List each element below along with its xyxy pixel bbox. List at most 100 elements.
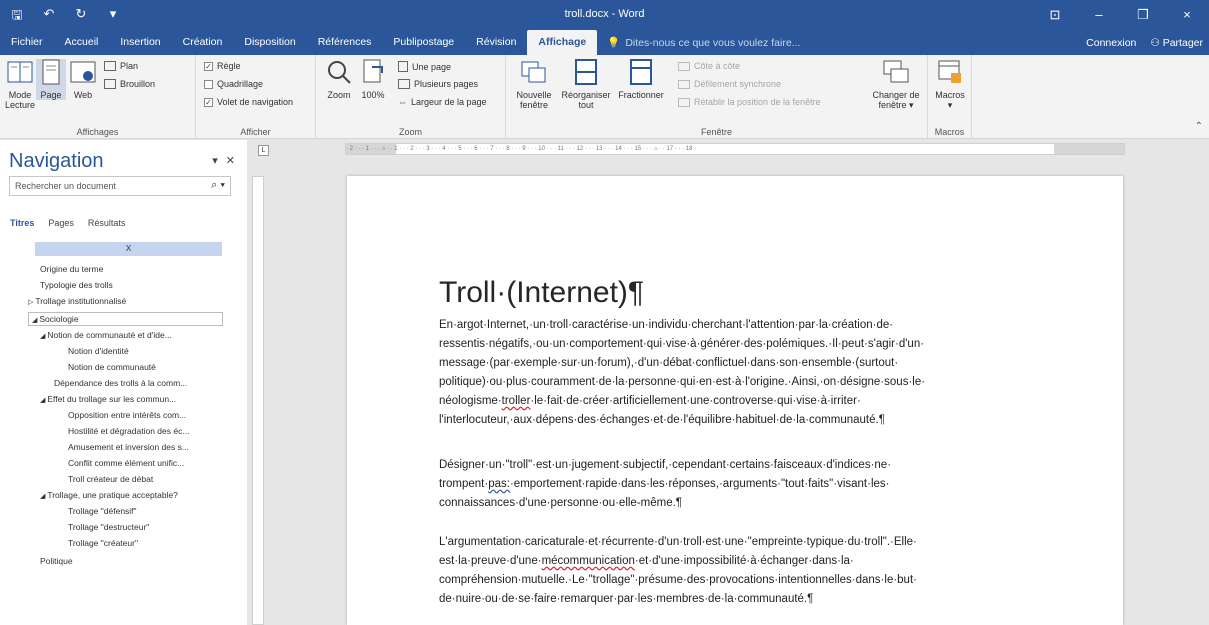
nav-heading-selected[interactable]: X [35,242,222,256]
pane-options-icon[interactable]: ▾ [212,154,218,167]
brouillon-button[interactable]: Brouillon [104,79,155,89]
defilement-synchrone-button[interactable]: Défilement synchrone [678,79,781,89]
tab-accueil[interactable]: Accueil [54,30,110,55]
tab-insertion[interactable]: Insertion [109,30,171,55]
group-label-macros: Macros [934,127,965,137]
nav-heading[interactable]: Trollage "créateur" [68,538,138,548]
zoom-button[interactable]: Zoom [322,59,356,100]
signin-link[interactable]: Connexion [1086,37,1136,49]
tab-fichier[interactable]: Fichier [0,30,54,55]
search-icon[interactable]: ⌕ ▾ [211,179,225,192]
share-button[interactable]: ⚇ Partager [1150,37,1203,49]
tab-selector-icon[interactable]: L [258,145,269,156]
nav-heading[interactable]: Notion de communauté [68,362,156,372]
tab-publipostage[interactable]: Publipostage [382,30,465,55]
spelling-error-mecommunication[interactable]: mécommunication [542,555,635,567]
nav-tab-pages[interactable]: Pages [48,218,74,228]
nav-tab-titres[interactable]: Titres [10,218,34,228]
nav-heading[interactable]: Troll créateur de débat [68,474,153,484]
page-view-button[interactable]: Page [36,59,66,100]
changer-fenetre-button[interactable]: Changer de fenêtre ▾ [868,59,924,110]
vertical-ruler[interactable] [252,176,264,625]
nav-heading[interactable]: ▷ Trollage institutionnalisé [28,296,126,306]
volet-label: Volet de navigation [217,97,294,107]
nav-heading[interactable]: Origine du terme [40,264,103,274]
zoom-100-button[interactable]: 100% [356,59,390,100]
defilement-label: Défilement synchrone [694,79,782,89]
nav-title: Navigation [9,150,104,172]
cote-a-cote-button[interactable]: Côte à côte [678,61,740,71]
plan-button[interactable]: Plan [104,61,138,71]
tab-affichage[interactable]: Affichage [527,30,598,55]
sync-scroll-icon [678,79,690,89]
tab-references[interactable]: Références [307,30,383,55]
mode-lecture-button[interactable]: Mode Lecture [4,59,36,110]
spelling-error-troller[interactable]: troller [502,395,531,407]
nav-heading[interactable]: Opposition entre intérêts com... [68,410,186,420]
zoom-100-icon [363,59,383,83]
ribbon: Mode Lecture Page Web Plan Brouillon Aff… [0,55,1209,139]
reorganiser-tout-button[interactable]: Réorganiser tout [560,59,612,110]
plusieurs-pages-button[interactable]: Plusieurs pages [398,79,478,89]
nav-heading[interactable]: Conflit comme élément unific... [68,458,184,468]
collapse-ribbon-icon[interactable]: ⌃ [1195,121,1203,132]
brouillon-label: Brouillon [120,79,156,89]
nav-heading[interactable]: Trollage "défensif" [68,506,137,516]
unchecked-box-icon [204,79,213,89]
nav-heading[interactable]: ◢ Notion de communauté et d'ide... [40,330,172,340]
nouvelle-label-1: Nouvelle [516,90,552,100]
close-pane-icon[interactable]: ✕ [226,154,235,167]
multiple-pages-icon [398,79,410,89]
tab-revision[interactable]: Révision [465,30,527,55]
nav-heading-label: Notion de communauté et d'ide... [47,330,172,340]
tab-creation[interactable]: Création [172,30,234,55]
volet-navigation-checkbox[interactable]: ✓ Volet de navigation [204,97,293,107]
nouvelle-label-2: fenêtre [519,100,549,110]
changer-label-1: Changer de [872,90,920,100]
paragraph-1[interactable]: En·argot·Internet,·un·troll·caractérise·… [439,316,1049,430]
document-heading[interactable]: Troll·(Internet)¶ [439,276,644,310]
check-icon: ✓ [204,61,213,71]
tell-me-box[interactable]: 💡 Dites-nous ce que vous voulez faire... [597,36,800,50]
one-page-icon [398,61,408,72]
draft-icon [104,79,116,89]
nav-tab-resultats[interactable]: Résultats [88,218,126,228]
tab-disposition[interactable]: Disposition [233,30,306,55]
nav-heading[interactable]: ◢ Sociologie [28,312,223,326]
nav-heading[interactable]: Notion d'identité [68,346,129,356]
nav-heading[interactable]: Hostilité et dégradation des éc... [68,426,189,436]
nav-heading[interactable]: Amusement et inversion des s... [68,442,189,452]
quadrillage-checkbox[interactable]: Quadrillage [204,79,263,89]
paragraph-2[interactable]: Désigner·un·"troll"·est·un·jugement·subj… [439,456,1049,513]
nav-search-input[interactable]: Rechercher un document ⌕ ▾ [9,176,231,196]
page-view-label: Page [40,90,62,100]
nav-heading[interactable]: ◢ Trollage, une pratique acceptable? [40,490,178,500]
group-label-afficher: Afficher [240,127,271,137]
retablir-position-button[interactable]: Rétablir la position de la fenêtre [678,97,821,107]
magnifier-icon [328,61,351,84]
ruler-ticks: · 2 · · · 1 · · · ⌂ · · 1 · · · 2 · · · … [346,146,697,152]
une-page-button[interactable]: Une page [398,61,451,72]
ribbon-display-icon[interactable]: ⊡ [1033,0,1077,30]
group-macros: Macros ▾ Macros [928,55,972,139]
macros-button[interactable]: Macros ▾ [932,59,968,110]
horizontal-ruler[interactable]: · 2 · · · 1 · · · ⌂ · · 1 · · · 2 · · · … [345,143,1125,155]
paragraph-3[interactable]: L'argumentation·caricaturale·et·récurren… [439,533,1049,609]
cote-label: Côte à côte [694,61,741,71]
nav-heading[interactable]: Dépendance des trolls à la comm... [54,378,187,388]
nav-search-placeholder: Rechercher un document [15,181,117,191]
fractionner-button[interactable]: Fractionner [616,59,666,100]
nav-heading[interactable]: Trollage "destructeur" [68,522,149,532]
nav-heading[interactable]: Politique [40,556,73,566]
regle-checkbox[interactable]: ✓ Règle [204,61,241,71]
nav-heading[interactable]: Typologie des trolls [40,280,113,290]
minimize-button[interactable]: – [1077,0,1121,30]
largeur-page-button[interactable]: ⇔ Largeur de la page [398,97,487,107]
nouvelle-fenetre-button[interactable]: Nouvelle fenêtre [512,59,556,110]
web-view-button[interactable]: Web [68,59,98,100]
maximize-button[interactable]: ❐ [1121,0,1165,30]
close-button[interactable]: × [1165,0,1209,30]
grammar-error-pas[interactable]: pas: [488,478,510,490]
document-page[interactable]: Troll·(Internet)¶ En·argot·Internet,·un·… [347,176,1123,625]
nav-heading[interactable]: ◢ Effet du trollage sur les commun... [40,394,176,404]
